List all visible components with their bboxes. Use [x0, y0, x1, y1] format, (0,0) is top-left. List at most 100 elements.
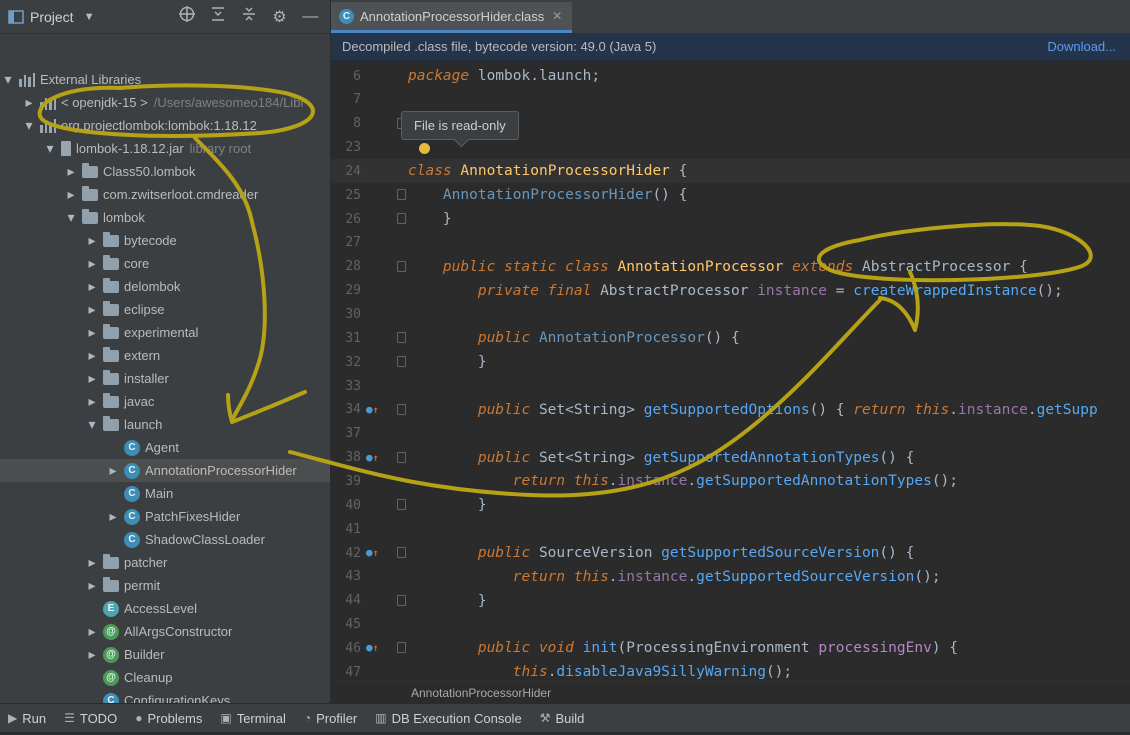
- chevron-right-icon[interactable]: ▸: [85, 393, 99, 410]
- code-line[interactable]: 47 this. disableJava9SillyWarning ();: [331, 660, 1130, 681]
- chevron-down-icon[interactable]: ▾: [64, 209, 78, 226]
- tree-item[interactable]: ▸ delombok: [0, 275, 330, 298]
- breadcrumb[interactable]: AnnotationProcessorHider: [331, 681, 1130, 704]
- code-line[interactable]: 41: [331, 517, 1130, 541]
- override-icon[interactable]: ●↑: [366, 641, 379, 654]
- code-line[interactable]: 46 ●↑ public void init (ProcessingEnvironm…: [331, 636, 1130, 660]
- download-link[interactable]: Download...: [1047, 39, 1116, 54]
- chevron-right-icon[interactable]: ▸: [85, 278, 99, 295]
- chevron-right-icon[interactable]: ▸: [85, 646, 99, 663]
- override-icon[interactable]: ●↑: [366, 403, 379, 416]
- fold-marker-icon[interactable]: [397, 499, 406, 511]
- fold-marker-icon[interactable]: [397, 356, 406, 368]
- tool-build[interactable]: ⚒ Build: [540, 711, 585, 726]
- tree-item[interactable]: ▸ @ Builder: [0, 643, 330, 666]
- tree-item[interactable]: ▸ installer: [0, 367, 330, 390]
- tree-item[interactable]: ▸ core: [0, 252, 330, 275]
- locate-icon[interactable]: [171, 6, 202, 27]
- project-panel-title[interactable]: Project: [30, 9, 74, 25]
- override-icon[interactable]: ●↑: [366, 546, 379, 559]
- code-line[interactable]: 6 package lombok.launch;: [331, 64, 1130, 88]
- chevron-right-icon[interactable]: ▸: [85, 301, 99, 318]
- tree-item[interactable]: ▸ experimental: [0, 321, 330, 344]
- chevron-right-icon[interactable]: ▸: [85, 623, 99, 640]
- chevron-right-icon[interactable]: ▸: [85, 324, 99, 341]
- chevron-down-icon[interactable]: ▾: [43, 140, 57, 157]
- code-line[interactable]: 28 public static class AnnotationProcess…: [331, 255, 1130, 279]
- chevron-right-icon[interactable]: ▸: [85, 370, 99, 387]
- tab-annotation-processor-hider[interactable]: C AnnotationProcessorHider.class ✕: [331, 2, 573, 33]
- chevron-right-icon[interactable]: ▸: [85, 554, 99, 571]
- tree-item[interactable]: ▸ C AnnotationProcessorHider: [0, 459, 330, 482]
- chevron-right-icon[interactable]: ▸: [85, 577, 99, 594]
- close-icon[interactable]: ✕: [552, 9, 562, 23]
- override-icon[interactable]: ●↑: [366, 451, 379, 464]
- chevron-right-icon[interactable]: ▸: [106, 462, 120, 479]
- code-line[interactable]: 33: [331, 374, 1130, 398]
- code-line[interactable]: 44 }: [331, 589, 1130, 613]
- tree-item[interactable]: ▸ permit: [0, 574, 330, 597]
- code-line[interactable]: 34 ●↑ public Set<String> getSupportedOpti…: [331, 398, 1130, 422]
- code-line[interactable]: 25 AnnotationProcessorHider() {: [331, 183, 1130, 207]
- tool-db-execution-console[interactable]: ▥ DB Execution Console: [375, 711, 521, 726]
- tool-problems[interactable]: ● Problems: [135, 711, 202, 726]
- fold-marker-icon[interactable]: [397, 189, 406, 201]
- fold-marker-icon[interactable]: [397, 594, 406, 606]
- code-line[interactable]: 24 class AnnotationProcessorHider {: [331, 159, 1130, 184]
- fold-marker-icon[interactable]: [397, 332, 406, 344]
- code-line[interactable]: 26 }: [331, 207, 1130, 231]
- chevron-right-icon[interactable]: ▸: [64, 186, 78, 203]
- code-line[interactable]: 32 }: [331, 350, 1130, 374]
- code-view[interactable]: 47 this. disableJava9SillyWarning (); 46 ●↑ …: [331, 61, 1130, 681]
- chevron-right-icon[interactable]: ▸: [22, 94, 36, 111]
- tree-item[interactable]: E AccessLevel: [0, 597, 330, 620]
- tree-item[interactable]: ▸ C PatchFixesHider: [0, 505, 330, 528]
- tree-item[interactable]: ▸ Class50.lombok: [0, 160, 330, 183]
- minimize-icon[interactable]: —: [295, 8, 326, 26]
- code-line[interactable]: 39 return this. instance. getSupportedAnno…: [331, 469, 1130, 493]
- fold-marker-icon[interactable]: [397, 642, 406, 654]
- tool-todo[interactable]: ☰ TODO: [64, 711, 117, 726]
- chevron-right-icon[interactable]: ▸: [85, 232, 99, 249]
- code-line[interactable]: 29 private final AbstractProcessor insta…: [331, 279, 1130, 303]
- chevron-right-icon[interactable]: ▸: [106, 508, 120, 525]
- expand-all-icon[interactable]: [202, 6, 233, 27]
- fold-marker-icon[interactable]: [397, 213, 406, 225]
- code-line[interactable]: 42 ●↑ public SourceVersion getSupportedSo…: [331, 541, 1130, 565]
- fold-marker-icon[interactable]: [397, 260, 406, 272]
- tree-item[interactable]: ▾ org.projectlombok:lombok:1.18.12: [0, 114, 330, 137]
- tree-item[interactable]: C Agent: [0, 436, 330, 459]
- tree-item[interactable]: ▸ < openjdk-15 > /Users/awesomeo184/Libr: [0, 91, 330, 114]
- tree-item[interactable]: ▸ com.zwitserloot.cmdreader: [0, 183, 330, 206]
- chevron-right-icon[interactable]: ▸: [64, 163, 78, 180]
- chevron-down-icon[interactable]: ▾: [1, 71, 15, 88]
- chevron-down-icon[interactable]: ▾: [22, 117, 36, 134]
- chevron-down-icon[interactable]: ▼: [84, 11, 95, 23]
- code-line[interactable]: 30: [331, 303, 1130, 327]
- tree-item[interactable]: ▸ patcher: [0, 551, 330, 574]
- code-line[interactable]: 45: [331, 613, 1130, 637]
- code-line[interactable]: 43 return this. instance. getSupportedSour…: [331, 565, 1130, 589]
- tree-item[interactable]: C ShadowClassLoader: [0, 528, 330, 551]
- code-line[interactable]: 27: [331, 231, 1130, 255]
- chevron-down-icon[interactable]: ▾: [85, 416, 99, 433]
- tree-item[interactable]: ▾ launch: [0, 413, 330, 436]
- tool-run[interactable]: ▶ Run: [8, 711, 46, 726]
- code-line[interactable]: 31 public AnnotationProcessor() {: [331, 326, 1130, 350]
- tree-item[interactable]: ▾ lombok-1.18.12.jar library root: [0, 137, 330, 160]
- tree-item[interactable]: @ Cleanup: [0, 666, 330, 689]
- tree-item[interactable]: ▸ eclipse: [0, 298, 330, 321]
- code-line[interactable]: 7: [331, 88, 1130, 112]
- fold-marker-icon[interactable]: [397, 403, 406, 415]
- lightbulb-icon[interactable]: [419, 143, 430, 154]
- tree-item[interactable]: ▸ @ AllArgsConstructor: [0, 620, 330, 643]
- code-line[interactable]: 37: [331, 422, 1130, 446]
- fold-marker-icon[interactable]: [397, 547, 406, 558]
- tree-item[interactable]: ▸ bytecode: [0, 229, 330, 252]
- tool-profiler[interactable]: ◔ Profiler: [304, 711, 357, 726]
- code-line[interactable]: 40 }: [331, 493, 1130, 517]
- tree-item[interactable]: C Main: [0, 482, 330, 505]
- tree-item[interactable]: ▸ javac: [0, 390, 330, 413]
- chevron-right-icon[interactable]: ▸: [85, 255, 99, 272]
- code-line[interactable]: 38 ●↑ public Set<String> getSupportedAnno…: [331, 446, 1130, 470]
